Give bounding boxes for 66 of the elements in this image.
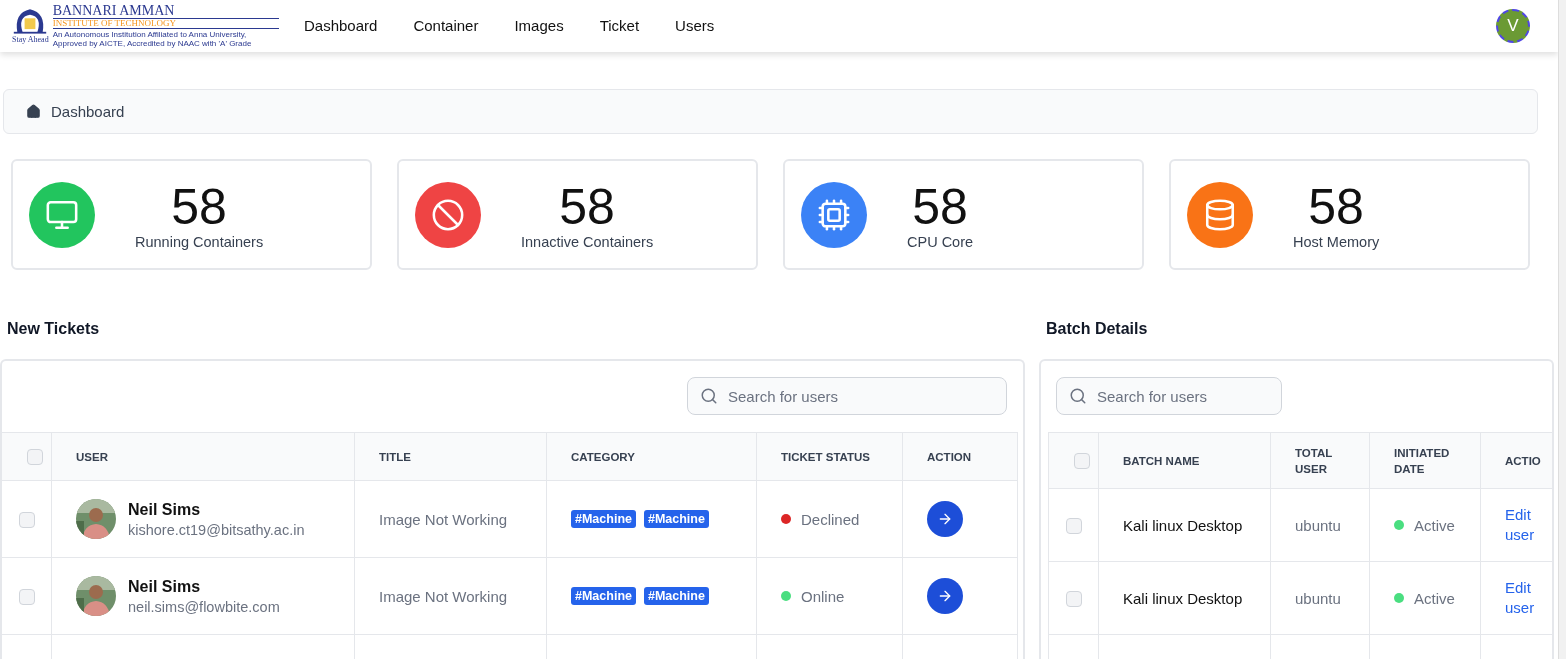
logo-motto: Stay Ahead <box>12 35 49 45</box>
stat-value: 58 <box>559 179 615 234</box>
stat-label: Innactive Containers <box>521 233 654 250</box>
open-button[interactable] <box>927 501 963 537</box>
stat-label: Running Containers <box>135 233 264 250</box>
chip-icon <box>817 197 851 232</box>
column-header: BATCH NAME <box>1123 453 1200 469</box>
column-header: ACTION <box>927 450 972 463</box>
category-tag: #Machine <box>571 587 636 605</box>
logo-name: BANNARI AMMAN <box>52 3 176 18</box>
user-email: kishore.ct19@bitsathy.ac.in <box>128 521 305 538</box>
ban-icon <box>431 197 465 232</box>
nav-link[interactable]: Ticket <box>581 17 658 35</box>
column-header: CATEGORY <box>571 450 635 463</box>
ticket-status: Online <box>801 587 845 605</box>
logo-subtitle: INSTITUTE OF TECHNOLOGY <box>52 17 279 29</box>
checkbox[interactable] <box>27 449 43 466</box>
column-header: INITIATED DATE <box>1394 445 1451 477</box>
user-name: Neil Sims <box>128 500 202 519</box>
category-tag: #Machine <box>643 587 709 605</box>
arrow-right-icon <box>937 588 953 604</box>
ticket-title: Image Not Working <box>379 510 508 528</box>
stat-value: 58 <box>912 179 968 234</box>
column-header: USER <box>76 450 108 463</box>
checkbox[interactable] <box>1066 590 1082 607</box>
stat-value: 58 <box>171 179 227 234</box>
column-header: TOTAL USER <box>1295 445 1334 477</box>
checkbox[interactable] <box>19 588 35 605</box>
section-title: New Tickets <box>7 320 101 339</box>
database-icon <box>1203 197 1237 232</box>
section-title: Batch Details <box>1046 320 1149 339</box>
home-icon <box>26 103 41 119</box>
batch-status: Active <box>1414 589 1455 607</box>
total-user: ubuntu <box>1295 589 1341 607</box>
batch-status: Active <box>1414 516 1455 534</box>
search-field[interactable]: Search for users <box>1056 377 1282 415</box>
nav-link[interactable]: Users <box>657 17 733 35</box>
stat-value: 58 <box>1308 179 1364 234</box>
ticket-status: Declined <box>801 510 860 528</box>
ticket-title: Image Not Working <box>379 587 508 605</box>
checkbox[interactable] <box>19 511 35 528</box>
search-icon <box>700 387 718 405</box>
nav-link[interactable]: Container <box>395 17 497 35</box>
open-button[interactable] <box>927 578 963 614</box>
category-tag: #Machine <box>643 510 709 528</box>
checkbox[interactable] <box>1066 517 1082 534</box>
user-email: neil.sims@flowbite.com <box>128 598 280 615</box>
breadcrumb-link[interactable]: Dashboard <box>51 102 125 120</box>
arrow-right-icon <box>937 511 953 527</box>
nav-link[interactable]: Dashboard <box>286 17 396 35</box>
stat-label: Host Memory <box>1293 233 1380 250</box>
nav-link[interactable]: Images <box>496 17 582 35</box>
stat-label: CPU Core <box>907 233 974 250</box>
search-icon <box>1069 387 1087 405</box>
batch-name: Kali linux Desktop <box>1123 589 1243 607</box>
batch-name: Kali linux Desktop <box>1123 516 1243 534</box>
search-field[interactable]: Search for users <box>687 377 1007 415</box>
category-tag: #Machine <box>571 510 636 528</box>
logo-fine-print: An Autonomous Institution Affiliated to Anna University, Approved by AICTE, Accredited by NAAC with 'A' Grade <box>52 29 253 48</box>
logo-emblem-icon <box>12 7 49 36</box>
checkbox[interactable] <box>1074 453 1090 470</box>
user-name: Neil Sims <box>128 577 202 596</box>
column-header: TITLE <box>379 450 411 463</box>
column-header: TICKET STATUS <box>781 450 870 463</box>
total-user: ubuntu <box>1295 516 1341 534</box>
column-header: ACTIO <box>1505 453 1542 469</box>
